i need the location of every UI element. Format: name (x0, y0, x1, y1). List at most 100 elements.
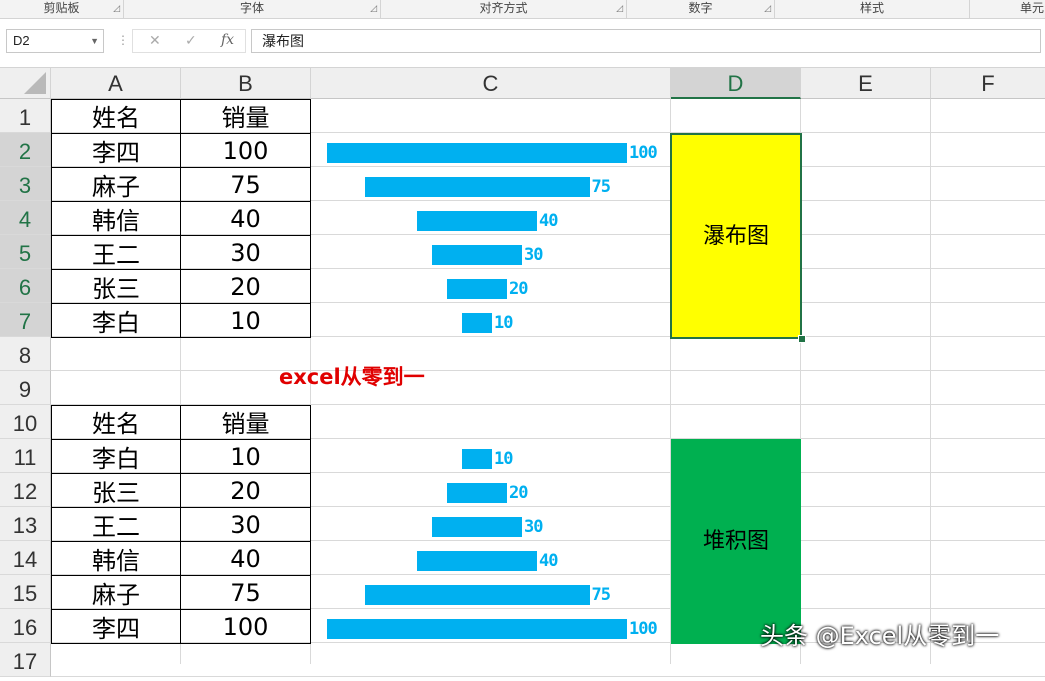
row-header[interactable]: 8 (0, 337, 51, 371)
data-bar-label: 100 (629, 143, 658, 163)
data-bar-label: 20 (509, 483, 529, 503)
data-bar-label: 40 (539, 211, 559, 231)
table-cell-name[interactable]: 李四 (51, 133, 181, 168)
column-header-f[interactable]: F (931, 68, 1045, 99)
data-bar (432, 245, 522, 265)
data-bar (447, 279, 507, 299)
ribbon-group-label: 单元 (1020, 1, 1045, 15)
data-bar (417, 211, 537, 231)
table-cell-sales[interactable]: 75 (180, 167, 311, 202)
row-header[interactable]: 12 (0, 473, 51, 507)
row-header[interactable]: 13 (0, 507, 51, 541)
table-cell-sales[interactable]: 75 (180, 575, 311, 610)
data-bar (327, 143, 627, 163)
row-header[interactable]: 14 (0, 541, 51, 575)
row-header[interactable]: 1 (0, 99, 51, 133)
row-header[interactable]: 2 (0, 133, 51, 167)
row-header[interactable]: 9 (0, 371, 51, 405)
name-box-value: D2 (13, 33, 30, 48)
table-cell-name[interactable]: 李白 (51, 439, 181, 474)
table-cell-sales[interactable]: 100 (180, 609, 311, 644)
table-cell-name[interactable]: 王二 (51, 507, 181, 542)
table-header-sales[interactable]: 销量 (180, 99, 311, 134)
table-cell-sales[interactable]: 40 (180, 201, 311, 236)
table-cell-name[interactable]: 李白 (51, 303, 181, 338)
data-bar-label: 75 (591, 177, 612, 197)
row-header[interactable]: 4 (0, 201, 51, 235)
ribbon-group-number[interactable]: 数字 ◿ (627, 0, 775, 18)
table-cell-name[interactable]: 李四 (51, 609, 181, 644)
row-header[interactable]: 16 (0, 609, 51, 643)
insert-function-icon[interactable]: fx (221, 32, 234, 48)
table-cell-sales[interactable]: 100 (180, 133, 311, 168)
formula-bar-grip-icon[interactable]: ⋮ (117, 33, 129, 47)
select-all-button[interactable] (0, 68, 51, 99)
data-bar (462, 449, 492, 469)
table-cell-name[interactable]: 王二 (51, 235, 181, 270)
table-header-sales[interactable]: 销量 (180, 405, 311, 440)
column-header-b[interactable]: B (181, 68, 311, 99)
data-bar (432, 517, 522, 537)
data-bar-label: 40 (539, 551, 559, 571)
dialog-launcher-icon[interactable]: ◿ (616, 3, 623, 13)
data-bar (447, 483, 507, 503)
row-header[interactable]: 7 (0, 303, 51, 337)
ribbon-group-label: 样式 (859, 1, 884, 15)
select-all-triangle-icon (24, 72, 46, 94)
table-cell-sales[interactable]: 40 (180, 541, 311, 576)
table-cell-sales[interactable]: 30 (180, 507, 311, 542)
formula-buttons: ✕ ✓ fx (132, 29, 246, 53)
table-cell-sales[interactable]: 10 (180, 303, 311, 338)
table-cell-name[interactable]: 麻子 (51, 167, 181, 202)
table-cell-sales[interactable]: 10 (180, 439, 311, 474)
data-bar-label: 30 (524, 517, 544, 537)
data-bar-label: 10 (494, 449, 514, 469)
ribbon-group-styles[interactable]: 样式 (775, 0, 970, 18)
data-bar (364, 585, 590, 605)
table-cell-name[interactable]: 韩信 (51, 201, 181, 236)
dialog-launcher-icon[interactable]: ◿ (764, 3, 771, 13)
note-text: excel从零到一 (279, 365, 425, 389)
name-box[interactable]: D2 ▼ (6, 29, 104, 53)
row-header[interactable]: 15 (0, 575, 51, 609)
column-header-d[interactable]: D (671, 68, 801, 99)
row-header[interactable]: 17 (0, 643, 51, 677)
ribbon-group-label: 字体 (239, 1, 264, 15)
ribbon-group-cells[interactable]: 单元 (970, 0, 1045, 18)
chevron-down-icon[interactable]: ▼ (90, 30, 99, 52)
table-cell-sales[interactable]: 20 (180, 473, 311, 508)
column-header-e[interactable]: E (801, 68, 931, 99)
dialog-launcher-icon[interactable]: ◿ (113, 3, 120, 13)
table-cell-sales[interactable]: 20 (180, 269, 311, 304)
watermark: 头条 @Excel从零到一 (760, 622, 1000, 650)
ribbon-group-label: 剪贴板 (43, 1, 80, 15)
row-header[interactable]: 10 (0, 405, 51, 439)
ribbon-group-alignment[interactable]: 对齐方式 ◿ (381, 0, 627, 18)
table-cell-name[interactable]: 张三 (51, 473, 181, 508)
ribbon-group-font[interactable]: 字体 ◿ (124, 0, 381, 18)
table-header-name[interactable]: 姓名 (51, 99, 181, 134)
table-cell-sales[interactable]: 30 (180, 235, 311, 270)
cancel-icon[interactable]: ✕ (149, 32, 161, 49)
table-cell-name[interactable]: 张三 (51, 269, 181, 304)
table-cell-name[interactable]: 麻子 (51, 575, 181, 610)
enter-icon[interactable]: ✓ (185, 32, 197, 49)
table-cell-name[interactable]: 韩信 (51, 541, 181, 576)
table-header-name[interactable]: 姓名 (51, 405, 181, 440)
row-header[interactable]: 6 (0, 269, 51, 303)
ribbon-group-clipboard[interactable]: 剪贴板 ◿ (0, 0, 124, 18)
row-header[interactable]: 11 (0, 439, 51, 473)
dialog-launcher-icon[interactable]: ◿ (370, 3, 377, 13)
formula-input-value: 瀑布图 (262, 33, 304, 49)
fill-handle[interactable] (798, 335, 806, 343)
row-header[interactable]: 3 (0, 167, 51, 201)
column-header-a[interactable]: A (51, 68, 181, 99)
waterfall-label-cell[interactable]: 瀑布图 (670, 133, 802, 339)
stacked-label-cell[interactable]: 堆积图 (671, 439, 801, 644)
formula-input[interactable]: 瀑布图 (251, 29, 1041, 53)
formula-bar: D2 ▼ ⋮ ✕ ✓ fx 瀑布图 (0, 19, 1045, 68)
column-header-c[interactable]: C (311, 68, 671, 99)
row-header[interactable]: 5 (0, 235, 51, 269)
data-bar-label: 10 (494, 313, 514, 333)
ribbon-group-label: 对齐方式 (479, 1, 528, 15)
